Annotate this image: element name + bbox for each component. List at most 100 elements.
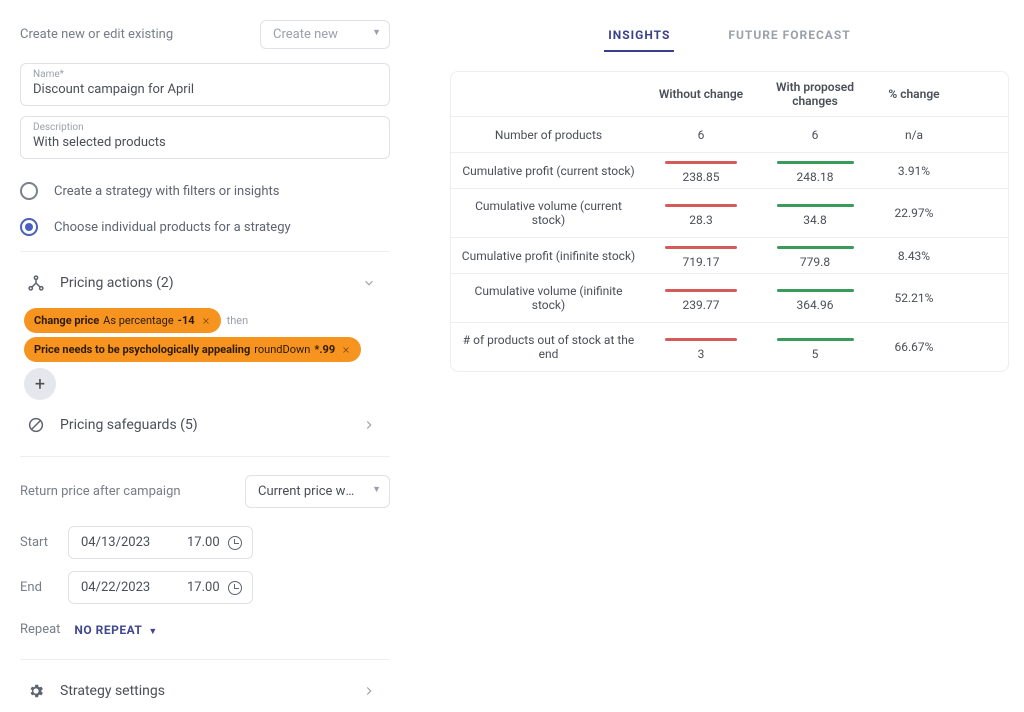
row-value: 28.3 [646, 198, 756, 229]
row-value: 719.17 [646, 240, 756, 271]
strategy-individual-label: Choose individual products for a strateg… [54, 220, 291, 235]
row-value: 364.96 [756, 283, 874, 314]
table-row: Number of products66n/a [451, 117, 1008, 153]
end-label: End [20, 580, 68, 595]
gear-icon [26, 682, 46, 700]
green-bar-icon [777, 161, 854, 164]
table-row: Cumulative volume (current stock)28.334.… [451, 189, 1008, 238]
return-price-value: Current price when c… [258, 484, 385, 499]
row-change: 66.67% [874, 332, 954, 362]
red-bar-icon [665, 204, 736, 207]
radio-checked-icon [20, 218, 38, 236]
chip-mid: As percentage [103, 314, 173, 327]
row-label: Number of products [451, 118, 646, 152]
block-icon [26, 416, 46, 434]
change-price-chip[interactable]: Change price As percentage -14 [24, 308, 221, 333]
table-row: Cumulative profit (current stock)238.852… [451, 153, 1008, 189]
row-label: Cumulative profit (current stock) [451, 154, 646, 188]
chip-mid: roundDown [254, 343, 310, 356]
return-price-label: Return price after campaign [20, 484, 181, 499]
close-icon[interactable] [341, 345, 351, 355]
settings-title: Strategy settings [60, 683, 348, 699]
close-icon[interactable] [201, 316, 211, 326]
start-date: 04/13/2023 [69, 527, 177, 558]
return-price-select[interactable]: Current price when c… [245, 475, 390, 508]
table-row: Cumulative profit (inifinite stock)719.1… [451, 238, 1008, 274]
name-label: Name* [33, 69, 377, 80]
repeat-value: NO REPEAT [74, 623, 142, 637]
strategy-filters-option[interactable]: Create a strategy with filters or insigh… [20, 177, 390, 205]
description-label: Description [33, 122, 377, 133]
red-bar-icon [665, 161, 736, 164]
row-value: 6 [756, 120, 874, 150]
name-value: Discount campaign for April [33, 82, 377, 97]
repeat-label: Repeat [20, 622, 60, 637]
row-value: 34.8 [756, 198, 874, 229]
chip-val: *.99 [314, 343, 335, 356]
header-with: With proposed changes [756, 72, 874, 116]
row-label: # of products out of stock at the end [451, 323, 646, 371]
radio-icon [20, 182, 38, 200]
psych-price-chip[interactable]: Price needs to be psychologically appeal… [24, 337, 361, 362]
description-field[interactable]: Description With selected products [20, 116, 390, 159]
start-datetime[interactable]: 04/13/2023 17.00 [68, 526, 253, 559]
divider [20, 456, 390, 457]
chevron-right-icon [362, 418, 384, 432]
chevron-right-icon [362, 684, 384, 698]
row-change: 8.43% [874, 241, 954, 271]
row-change: 22.97% [874, 198, 954, 228]
table-header-row: Without change With proposed changes % c… [451, 72, 1008, 117]
divider [20, 659, 390, 660]
red-bar-icon [665, 246, 736, 249]
row-value: 5 [756, 332, 874, 363]
tab-forecast[interactable]: FUTURE FORECAST [724, 20, 854, 52]
row-change: 52.21% [874, 283, 954, 313]
red-bar-icon [665, 289, 736, 292]
strategy-individual-option[interactable]: Choose individual products for a strateg… [20, 213, 390, 241]
red-bar-icon [665, 338, 736, 341]
description-value: With selected products [33, 135, 377, 150]
strategy-settings-section[interactable]: Strategy settings [20, 670, 390, 712]
then-label: then [227, 314, 249, 327]
header-blank [451, 84, 646, 104]
page-title: Create new or edit existing [20, 27, 173, 42]
create-new-select[interactable]: Create new [260, 20, 390, 49]
repeat-select[interactable]: NO REPEAT▼ [74, 623, 157, 637]
table-row: # of products out of stock at the end356… [451, 323, 1008, 371]
clock-icon [228, 581, 242, 595]
header-without: Without change [646, 79, 756, 109]
row-value: 239.77 [646, 283, 756, 314]
start-label: Start [20, 535, 68, 550]
start-time: 17.00 [177, 527, 252, 558]
hub-icon [26, 274, 46, 292]
chip-prefix: Change price [34, 314, 99, 327]
row-value: 3 [646, 332, 756, 363]
pricing-actions-section[interactable]: Pricing actions (2) [20, 262, 390, 304]
row-value: 248.18 [756, 155, 874, 186]
end-date: 04/22/2023 [69, 572, 177, 603]
pricing-actions-title: Pricing actions (2) [60, 275, 348, 291]
green-bar-icon [777, 246, 854, 249]
safeguards-title: Pricing safeguards (5) [60, 417, 348, 433]
row-label: Cumulative profit (inifinite stock) [451, 239, 646, 273]
end-time: 17.00 [177, 572, 252, 603]
pricing-safeguards-section[interactable]: Pricing safeguards (5) [20, 404, 390, 446]
create-new-label: Create new [273, 27, 338, 42]
end-datetime[interactable]: 04/22/2023 17.00 [68, 571, 253, 604]
green-bar-icon [777, 289, 854, 292]
divider [20, 251, 390, 252]
chevron-down-icon [362, 276, 384, 290]
chip-prefix: Price needs to be psychologically appeal… [34, 343, 250, 356]
add-action-button[interactable]: + [24, 368, 56, 400]
strategy-filters-label: Create a strategy with filters or insigh… [54, 184, 279, 199]
header-change: % change [874, 79, 954, 109]
chip-val: -14 [178, 314, 195, 327]
green-bar-icon [777, 338, 854, 341]
name-field[interactable]: Name* Discount campaign for April [20, 63, 390, 106]
row-value: 6 [646, 120, 756, 150]
row-label: Cumulative volume (inifinite stock) [451, 274, 646, 322]
clock-icon [228, 536, 242, 550]
row-value: 238.85 [646, 155, 756, 186]
tab-insights[interactable]: INSIGHTS [604, 20, 674, 52]
row-change: 3.91% [874, 156, 954, 186]
